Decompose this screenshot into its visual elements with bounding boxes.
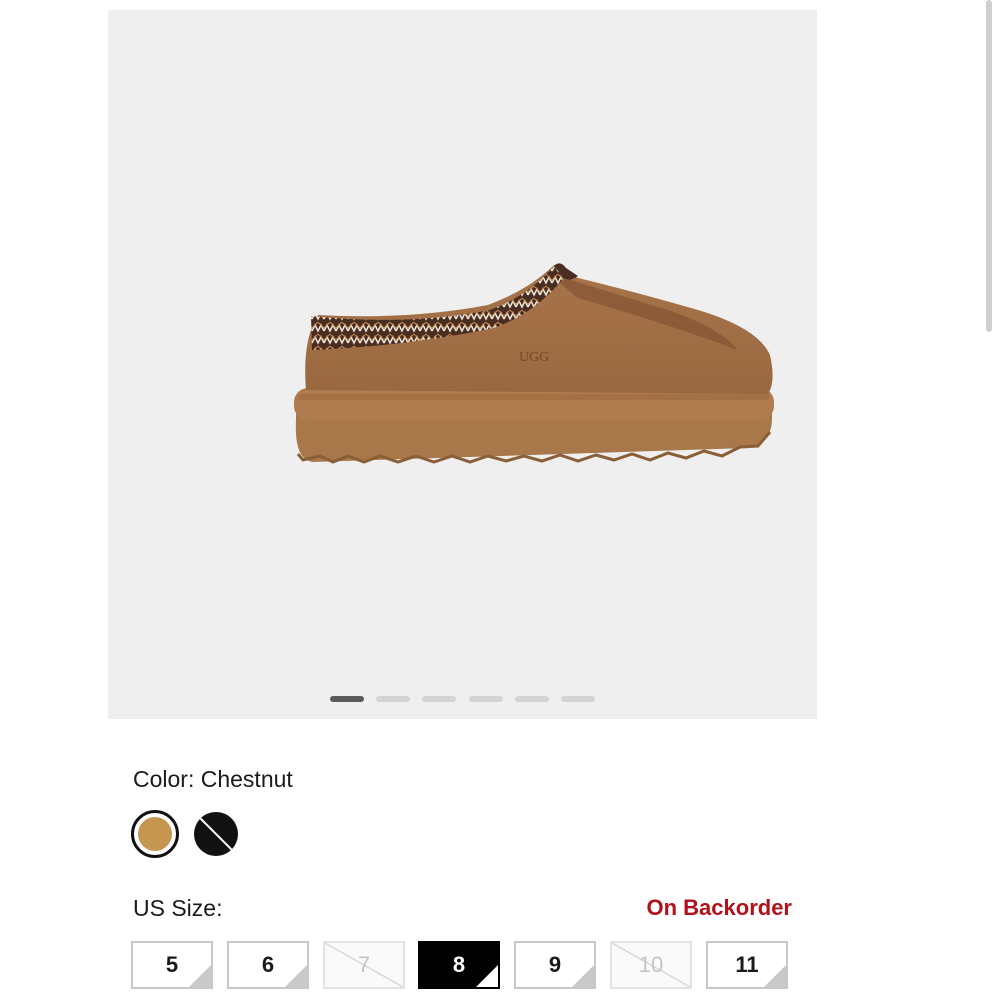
size-corner-marker	[285, 965, 307, 987]
size-option-11[interactable]: 11	[706, 941, 788, 989]
gallery-dot-3[interactable]	[422, 696, 456, 702]
size-corner-marker	[189, 965, 211, 987]
size-option-label: 9	[548, 952, 562, 977]
swatch-chestnut-fill	[138, 817, 172, 851]
product-gallery[interactable]: UGG	[108, 10, 817, 719]
size-option-5[interactable]: 5	[131, 941, 213, 989]
gallery-dot-4[interactable]	[469, 696, 503, 702]
product-logo-text: UGG	[519, 350, 549, 365]
size-corner-marker	[764, 965, 786, 987]
size-label: US Size:	[133, 895, 223, 921]
gallery-dot-6[interactable]	[561, 696, 595, 702]
product-image: UGG	[294, 263, 774, 464]
size-corner-marker	[476, 965, 498, 987]
gallery-dot-2[interactable]	[376, 696, 410, 702]
size-option-label: 8	[452, 952, 466, 977]
page-scrollbar[interactable]	[986, 0, 992, 332]
size-option-label: 10	[638, 952, 664, 977]
size-option-7[interactable]: 7	[323, 941, 405, 989]
size-option-label: 6	[261, 952, 275, 977]
size-option-10[interactable]: 10	[610, 941, 692, 989]
size-option-9[interactable]: 9	[514, 941, 596, 989]
size-corner-marker	[572, 965, 594, 987]
swatch-chestnut[interactable]	[131, 810, 179, 858]
size-option-label: 11	[735, 952, 759, 977]
swatch-black[interactable]	[194, 812, 238, 856]
stock-status: On Backorder	[646, 895, 793, 920]
size-option-6[interactable]: 6	[227, 941, 309, 989]
size-option-label: 7	[357, 952, 371, 977]
color-label: Color: Chestnut	[133, 766, 293, 792]
gallery-dot-1[interactable]	[330, 696, 364, 702]
gallery-dot-5[interactable]	[515, 696, 549, 702]
size-option-label: 5	[165, 952, 179, 977]
size-option-8[interactable]: 8	[418, 941, 500, 989]
unavailable-slash	[196, 814, 236, 854]
